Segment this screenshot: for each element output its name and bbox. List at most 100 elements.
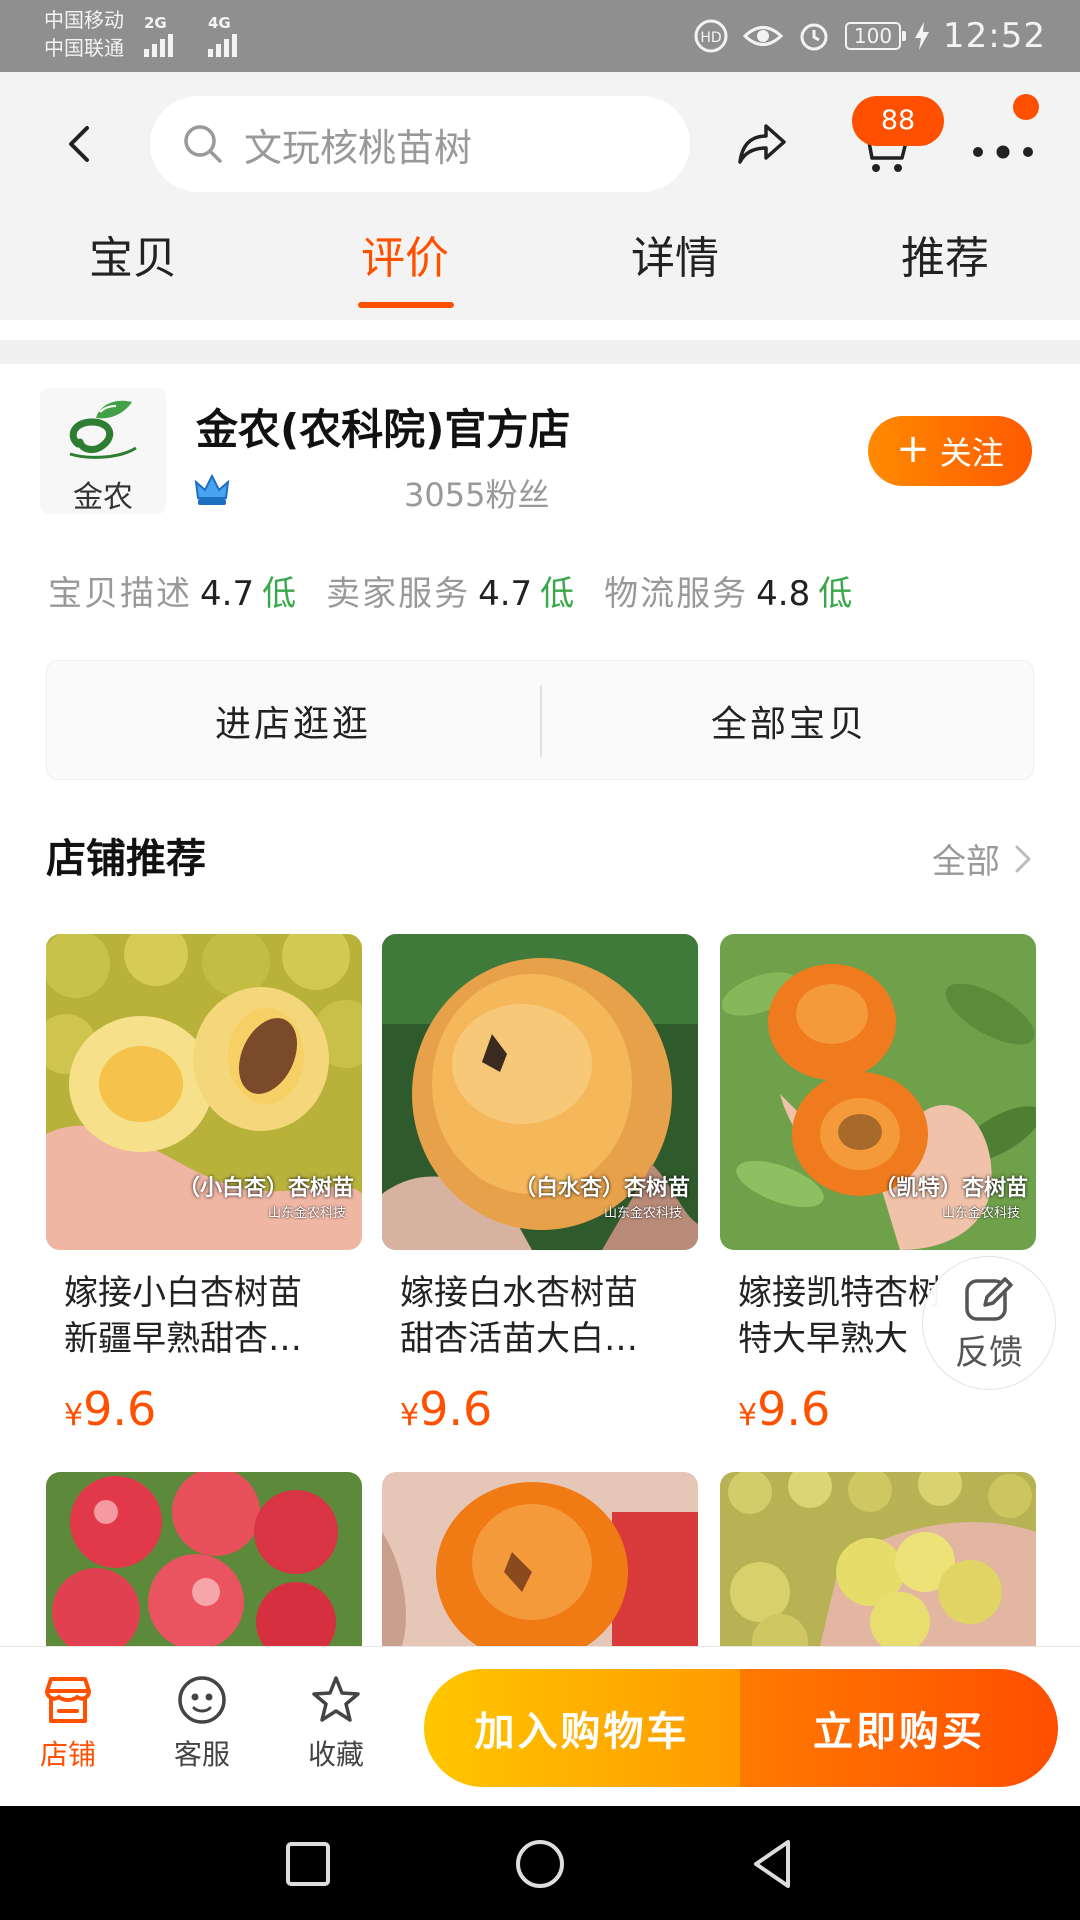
top-header: 文玩核桃苗树 88 宝贝 评价 详情 推荐	[0, 72, 1080, 320]
rating-item: 卖家服务 4.7 低	[326, 566, 574, 615]
store-button[interactable]: 店铺	[18, 1667, 118, 1773]
currency-symbol: ¥	[64, 1398, 84, 1433]
product-image-caption: （白水杏）杏树苗	[513, 1176, 690, 1201]
favorite-label: 收藏	[307, 1738, 364, 1771]
chevron-right-icon	[1015, 845, 1031, 872]
purchase-buttons: 加入购物车 立即购买	[424, 1669, 1058, 1787]
share-icon	[738, 124, 786, 164]
product-title-line: 新疆早熟甜杏…	[64, 1319, 302, 1359]
shop-level-crown-icon	[194, 473, 230, 505]
shop-logo[interactable]: 金农	[40, 388, 166, 515]
tab-details[interactable]: 详情	[590, 222, 760, 286]
share-button[interactable]	[734, 116, 790, 176]
shop-ratings: 宝贝描述 4.7 低 卖家服务 4.7 低 物流服务 4.8 低	[48, 566, 852, 615]
rating-value: 4.8	[756, 574, 811, 614]
product-title: 嫁接白水杏树苗 甜杏活苗大白…	[382, 1270, 698, 1362]
bottom-action-bar: 店铺 客服 收藏 加入购物车 立即购买	[0, 1646, 1080, 1806]
carrier-2: 中国联通	[44, 36, 124, 60]
section-title: 店铺推荐	[46, 836, 206, 882]
recent-apps-icon[interactable]	[278, 1834, 338, 1894]
product-image-caption: （小白杏）杏树苗	[177, 1176, 354, 1201]
store-label: 店铺	[39, 1738, 96, 1771]
network-2-label: 4G	[208, 14, 231, 32]
rating-level: 低	[262, 574, 297, 614]
home-icon[interactable]	[510, 1834, 570, 1894]
shop-actions: 进店逛逛 全部宝贝	[46, 660, 1034, 780]
product-title-line: 甜杏活苗大白…	[400, 1319, 638, 1359]
hd-call-icon: HD	[694, 19, 728, 53]
product-image[interactable]	[46, 1472, 362, 1646]
more-button[interactable]	[968, 132, 1038, 172]
plus-icon: +	[896, 426, 930, 472]
enter-store-button[interactable]: 进店逛逛	[47, 661, 539, 781]
price-value: 9.6	[757, 1382, 831, 1436]
rating-value: 4.7	[200, 574, 255, 614]
section-divider	[0, 340, 1080, 364]
chevron-left-icon	[69, 126, 89, 162]
alarm-icon	[800, 23, 828, 51]
system-navigation-bar	[0, 1806, 1080, 1920]
service-label: 客服	[173, 1738, 230, 1771]
more-dots-icon	[973, 145, 1033, 159]
eye-comfort-icon	[743, 26, 784, 46]
product-image-brand: 山东金农科技	[941, 1206, 1020, 1221]
product-title-line: 嫁接小白杏树苗	[64, 1273, 302, 1313]
product-price: ¥9.6	[382, 1382, 698, 1436]
shop-name[interactable]: 金农(农科院)官方店	[196, 396, 570, 457]
rating-label: 物流服务	[604, 574, 749, 614]
product-image[interactable]: （小白杏）杏树苗 山东金农科技	[46, 934, 362, 1250]
store-icon	[45, 1677, 91, 1723]
customer-service-button[interactable]: 客服	[152, 1667, 252, 1773]
back-button[interactable]	[56, 116, 100, 172]
product-image[interactable]	[382, 1472, 698, 1646]
product-price: ¥9.6	[46, 1382, 362, 1436]
tab-bar: 宝贝 评价 详情 推荐	[0, 222, 1080, 312]
tab-item[interactable]: 宝贝	[48, 222, 218, 286]
follow-button[interactable]: + 关注	[868, 416, 1032, 486]
product-image-brand: 山东金农科技	[603, 1206, 682, 1221]
active-tab-indicator	[358, 302, 454, 308]
divider	[540, 685, 542, 757]
product-image[interactable]: （凯特）杏树苗 山东金农科技	[720, 934, 1036, 1250]
product-image[interactable]: （白水杏）杏树苗 山东金农科技	[382, 934, 698, 1250]
all-items-button[interactable]: 全部宝贝	[543, 661, 1035, 781]
currency-symbol: ¥	[400, 1398, 420, 1433]
tab-recommend[interactable]: 推荐	[860, 222, 1030, 286]
favorite-button[interactable]: 收藏	[286, 1667, 386, 1773]
notification-dot	[1013, 94, 1039, 120]
rating-label: 卖家服务	[326, 574, 471, 614]
buy-now-button[interactable]: 立即购买	[740, 1669, 1058, 1787]
search-icon	[184, 125, 222, 163]
product-price: ¥9.6	[720, 1382, 1036, 1436]
search-input[interactable]: 文玩核桃苗树	[150, 96, 690, 192]
fans-count: 3055粉丝	[404, 476, 550, 514]
rating-label: 宝贝描述	[48, 574, 192, 614]
product-image-brand: 山东金农科技	[267, 1206, 346, 1221]
chat-bot-icon	[178, 1676, 226, 1724]
battery-indicator: 100	[845, 22, 907, 50]
charging-icon	[915, 22, 930, 50]
product-image-caption: （凯特）杏树苗	[873, 1176, 1028, 1201]
search-placeholder: 文玩核桃苗树	[244, 125, 473, 170]
see-all-link[interactable]: 全部	[932, 834, 1032, 883]
price-value: 9.6	[419, 1382, 493, 1436]
product-title-line: 嫁接白水杏树苗	[400, 1273, 638, 1313]
feedback-label: 反馈	[955, 1332, 1023, 1373]
feedback-button[interactable]: 反馈	[922, 1256, 1056, 1390]
cart-count-badge: 88	[852, 96, 944, 146]
star-icon	[312, 1676, 360, 1722]
shop-logo-emblem-icon	[69, 400, 137, 459]
clock: 12:52	[943, 16, 1046, 56]
follow-label: 关注	[939, 434, 1004, 472]
add-to-cart-button[interactable]: 加入购物车	[424, 1669, 740, 1787]
back-triangle-icon[interactable]	[742, 1834, 802, 1894]
carrier-1: 中国移动	[44, 8, 124, 32]
svg-text:HD: HD	[700, 30, 721, 46]
rating-item: 物流服务 4.8 低	[604, 566, 852, 615]
product-card[interactable]: （小白杏）杏树苗 山东金农科技 嫁接小白杏树苗 新疆早熟甜杏… ¥9.6	[46, 934, 362, 1436]
product-card[interactable]: （白水杏）杏树苗 山东金农科技 嫁接白水杏树苗 甜杏活苗大白… ¥9.6	[382, 934, 698, 1436]
tab-reviews[interactable]: 评价	[320, 222, 490, 286]
product-image[interactable]	[720, 1472, 1036, 1646]
shop-logo-text: 金农	[73, 480, 133, 515]
rating-item: 宝贝描述 4.7 低	[48, 566, 296, 615]
